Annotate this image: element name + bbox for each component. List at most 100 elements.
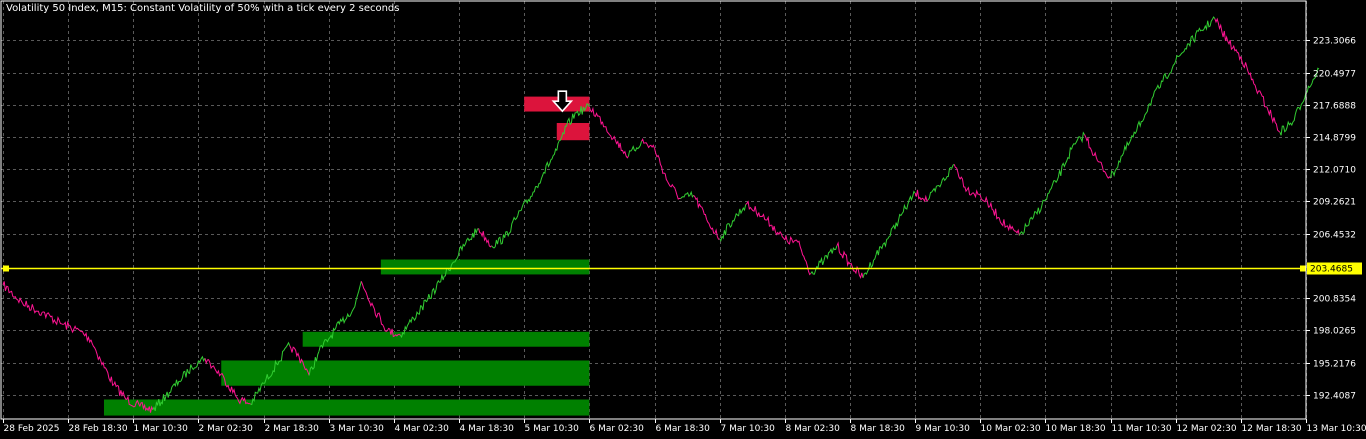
price-tick-label: 200.8354: [1313, 295, 1356, 305]
price-segment: [953, 164, 968, 193]
time-tick-label: 9 Mar 10:30: [916, 424, 971, 434]
price-segment: [354, 281, 362, 307]
price-segment: [81, 330, 92, 344]
time-tick-label: 8 Mar 02:30: [786, 424, 841, 434]
price-segment: [654, 148, 668, 182]
demand-zone: [103, 399, 590, 416]
time-tick-label: 12 Mar 18:30: [1242, 424, 1302, 434]
zones: [103, 96, 590, 416]
price-tick-label: 223.3066: [1313, 37, 1356, 47]
price-segment: [706, 219, 720, 240]
price-segment: [1045, 176, 1059, 201]
price-line-handle-left[interactable]: [3, 265, 9, 272]
price-segment: [178, 364, 193, 383]
price-segment: [373, 308, 388, 332]
price-segment: [901, 190, 916, 214]
price-segment: [1188, 27, 1203, 48]
price-segment: [1175, 43, 1189, 62]
price-segment: [198, 355, 206, 364]
chart-canvas[interactable]: 203.4685 223.3066 220.4977 217.6888 214.879…: [0, 0, 1366, 439]
price-segment: [1136, 103, 1151, 132]
price-segment: [875, 236, 890, 256]
demand-zone: [302, 331, 590, 347]
price-segment: [1266, 106, 1281, 133]
current-price-line[interactable]: 203.4685: [1, 262, 1362, 275]
price-segment: [862, 254, 877, 279]
time-tick-label: 28 Feb 18:30: [69, 424, 128, 434]
price-segment: [341, 306, 356, 325]
price-segment: [641, 138, 655, 149]
price-tick-label: 198.0265: [1313, 327, 1356, 337]
price-tick-label: 192.4087: [1313, 392, 1356, 402]
price-segment: [979, 195, 994, 211]
price-segment: [491, 234, 506, 249]
grid: [1, 1, 1307, 419]
current-price-label: 203.4685: [1310, 265, 1353, 275]
price-segment: [2, 281, 23, 304]
price-segment: [465, 228, 479, 244]
price-segment: [914, 189, 929, 203]
price-segment: [412, 299, 427, 322]
price-segment: [1162, 60, 1177, 82]
time-tick-label: 6 Mar 02:30: [590, 424, 645, 434]
axes: 223.3066 220.4977 217.6888 214.8799 212.0710…: [0, 0, 1366, 434]
price-tick-label: 209.2621: [1313, 198, 1356, 208]
price-segment: [1006, 223, 1020, 236]
time-tick-label: 2 Mar 18:30: [265, 424, 320, 434]
plot-frame: [0, 0, 1307, 420]
price-segment: [1279, 120, 1294, 136]
price-segment: [1253, 83, 1267, 108]
price-segment: [719, 220, 734, 242]
price-tick-label: 214.8799: [1313, 134, 1356, 144]
price-segment: [22, 300, 43, 317]
price-segment: [627, 141, 642, 157]
price-segment: [693, 194, 708, 220]
price-tick-label: 206.4532: [1313, 231, 1356, 241]
time-tick-label: 10 Mar 02:30: [981, 424, 1041, 434]
price-line-handle-right[interactable]: [1300, 265, 1306, 272]
time-tick-label: 12 Mar 02:30: [1177, 424, 1237, 434]
price-segment: [191, 360, 199, 371]
demand-zone: [380, 259, 590, 275]
price-segment: [1123, 130, 1138, 153]
price-segment: [530, 172, 545, 197]
price-segment: [758, 212, 772, 227]
time-tick-label: 4 Mar 18:30: [460, 424, 515, 434]
price-segment: [849, 262, 864, 280]
price-segment: [784, 234, 799, 245]
time-tick-label: 7 Mar 10:30: [721, 424, 776, 434]
price-segment: [745, 200, 760, 218]
price-segment: [165, 379, 180, 398]
price-segment: [680, 190, 694, 200]
price-segment: [1110, 152, 1125, 179]
price-segment: [614, 140, 629, 159]
price-segment: [1240, 56, 1255, 85]
price-segment: [1292, 91, 1307, 123]
price-segment: [1071, 131, 1085, 150]
price-tick-label: 217.6888: [1313, 102, 1356, 112]
price-segment: [41, 311, 62, 326]
price-tick-label: 220.4977: [1313, 70, 1356, 80]
time-tick-label: 10 Mar 18:30: [1046, 424, 1106, 434]
price-segment: [90, 339, 102, 361]
time-tick-label: 8 Mar 18:30: [851, 424, 906, 434]
price-segment: [1031, 199, 1046, 220]
price-segment: [1149, 80, 1163, 107]
price-segment: [1214, 17, 1229, 42]
price-segment: [966, 186, 981, 199]
time-tick-label: 11 Mar 10:30: [1112, 424, 1172, 434]
price-segment: [810, 256, 825, 275]
price-segment: [667, 181, 681, 200]
price-segment: [1018, 216, 1033, 236]
price-segment: [992, 208, 1007, 228]
price-segment: [797, 240, 812, 276]
price-segment: [1057, 146, 1072, 177]
price-segment: [888, 213, 903, 238]
time-tick-label: 6 Mar 18:30: [656, 424, 711, 434]
price-segment: [61, 320, 82, 334]
price-segment: [100, 360, 115, 387]
price-segment: [823, 245, 838, 261]
time-tick-label: 2 Mar 02:30: [199, 424, 254, 434]
price-segment: [113, 380, 127, 400]
price-tick-label: 195.2176: [1313, 360, 1356, 370]
